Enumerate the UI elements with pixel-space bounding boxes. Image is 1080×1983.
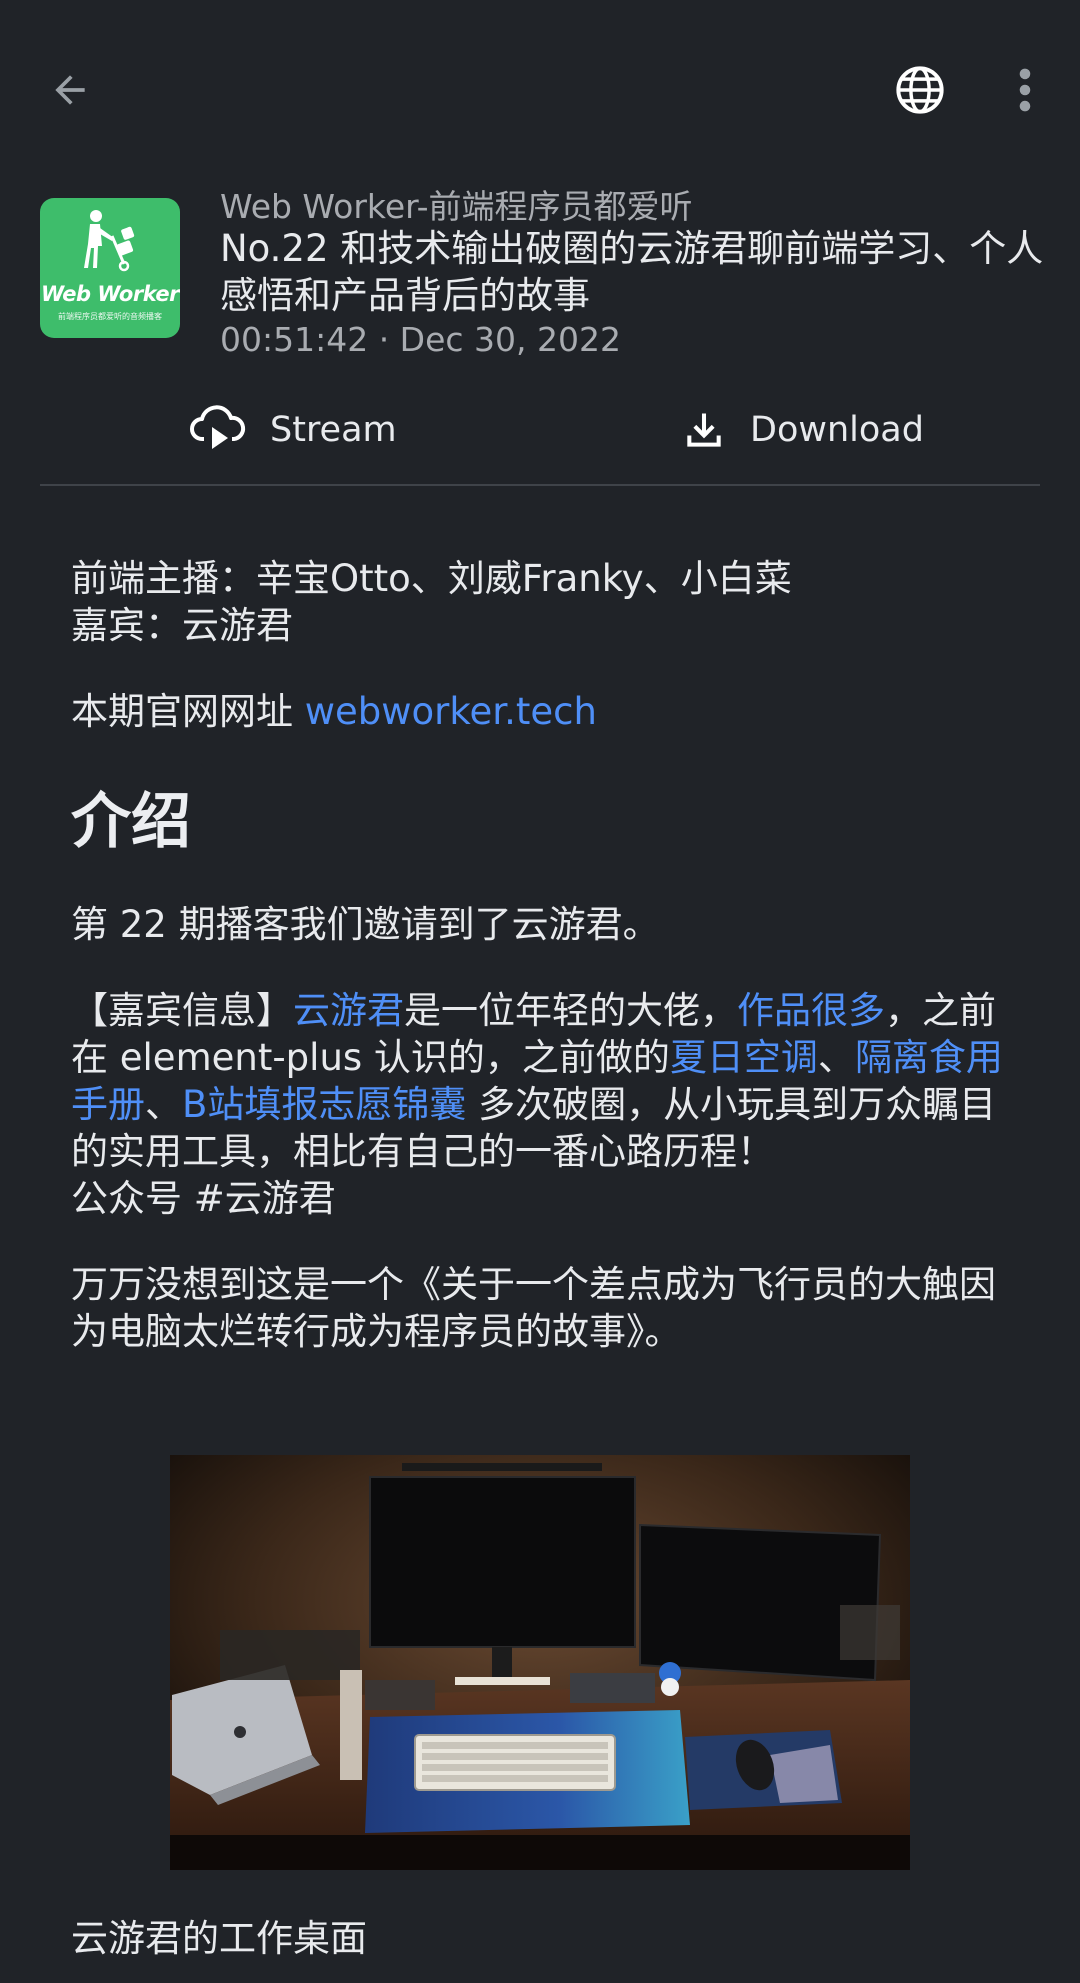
wechat-line: 公众号 #云游君 xyxy=(71,1177,336,1220)
podcast-name[interactable]: Web Worker-前端程序员都爱听 xyxy=(220,180,693,228)
guest-link[interactable]: 云游君 xyxy=(293,989,404,1032)
website-line: 本期官网网址 webworker.tech xyxy=(71,688,1011,735)
intro-heading: 介绍 xyxy=(71,787,191,857)
guest-info-paragraph: 【嘉宾信息】云游君是一位年轻的大佬，作品很多，之前在 element-plus … xyxy=(71,987,1011,1175)
arrow-left-icon xyxy=(55,75,85,105)
guest-info-text: 【嘉宾信息】 xyxy=(71,989,293,1032)
logo-title: Web Worker xyxy=(40,282,180,306)
hosts-line: 前端主播：辛宝Otto、刘威Franky、小白菜 xyxy=(71,557,792,600)
more-options-button[interactable] xyxy=(1005,62,1045,118)
photo-caption: 云游君的工作桌面 xyxy=(71,1917,367,1960)
show-notes: 前端主播：辛宝Otto、刘威Franky、小白菜 嘉宾：云游君 本期官网网址 w… xyxy=(71,555,1011,1355)
download-button[interactable]: Download xyxy=(682,395,924,465)
episode-title: No.22 和技术输出破圈的云游君聊前端学习、个人感悟和产品背后的故事 xyxy=(220,227,1044,317)
more-vertical-icon xyxy=(1019,68,1031,112)
open-website-button[interactable] xyxy=(892,62,948,118)
stream-button[interactable]: Stream xyxy=(190,395,397,465)
desk-photo xyxy=(170,1455,910,1870)
guest-info-text: 、 xyxy=(817,1036,855,1079)
podcast-logo[interactable]: Web Worker 前端程序员都爱听的音频播客 xyxy=(40,198,180,338)
summer-ac-link[interactable]: 夏日空调 xyxy=(670,1036,818,1079)
top-app-bar xyxy=(0,0,1080,180)
logo-subtitle: 前端程序员都爱听的音频播客 xyxy=(58,312,162,321)
intro-paragraph: 第 22 期播客我们邀请到了云游君。 xyxy=(71,903,660,946)
download-label: Download xyxy=(750,410,924,450)
story-paragraph: 万万没想到这是一个《关于一个差点成为飞行员的大触因为电脑太烂转行成为程序员的故事… xyxy=(71,1263,996,1353)
guest-line: 嘉宾：云游君 xyxy=(71,604,293,647)
download-icon xyxy=(682,408,726,452)
website-link[interactable]: webworker.tech xyxy=(305,690,597,733)
guest-info-text: 、 xyxy=(145,1083,182,1126)
stream-label: Stream xyxy=(270,410,397,450)
website-prefix: 本期官网网址 xyxy=(71,690,305,733)
works-link[interactable]: 作品很多 xyxy=(737,989,885,1032)
header-divider xyxy=(40,484,1040,486)
episode-header: Web Worker 前端程序员都爱听的音频播客 Web Worker-前端程序… xyxy=(0,180,1080,365)
back-button[interactable] xyxy=(40,65,100,115)
delivery-person-icon xyxy=(84,210,135,272)
bilibili-volunteer-link[interactable]: B站填报志愿锦囊 xyxy=(182,1083,466,1126)
cloud-play-icon xyxy=(190,405,246,455)
episode-actions: Stream Download xyxy=(0,395,1080,465)
globe-icon xyxy=(896,66,944,114)
episode-duration-date: 00:51:42 · Dec 30, 2022 xyxy=(220,320,621,359)
guest-info-text: 是一位年轻的大佬， xyxy=(404,989,737,1032)
